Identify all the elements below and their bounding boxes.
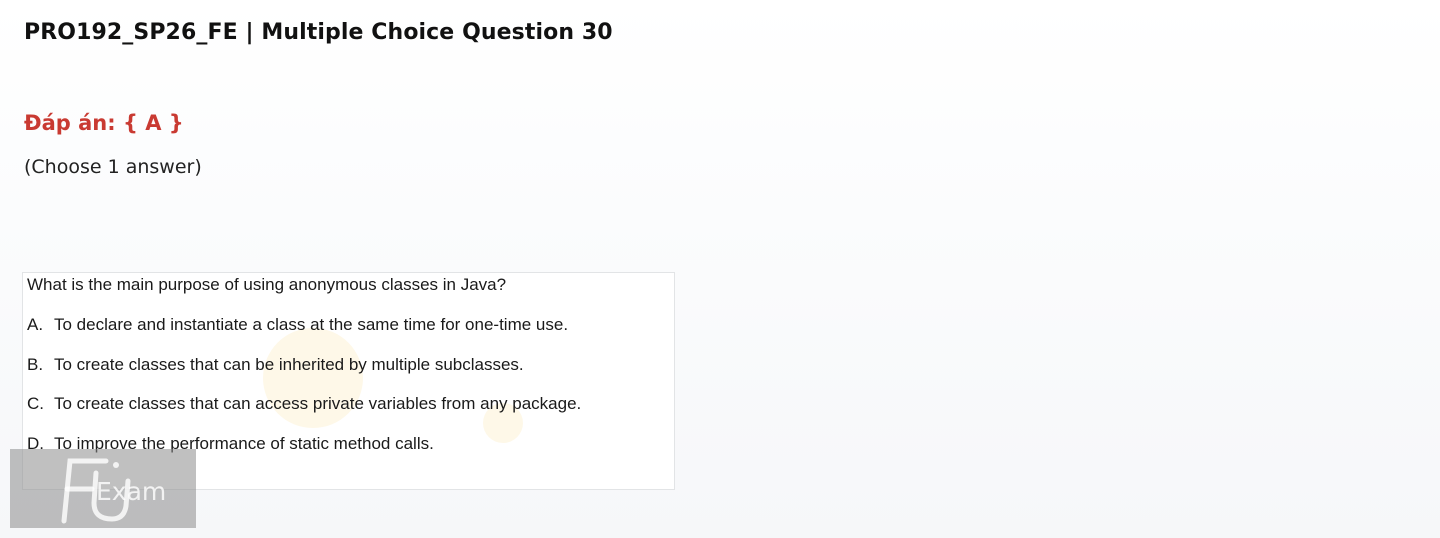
- fu-exam-logo: Exam: [10, 449, 196, 528]
- option-b[interactable]: B. To create classes that can be inherite…: [27, 355, 581, 395]
- option-text: To create classes that can access privat…: [54, 394, 582, 413]
- option-c[interactable]: C. To create classes that can access priv…: [27, 394, 581, 434]
- option-text: To declare and instantiate a class at th…: [54, 315, 569, 334]
- option-letter: B.: [27, 354, 44, 374]
- option-letter: C.: [27, 394, 44, 413]
- answer-instruction: (Choose 1 answer): [24, 156, 202, 178]
- option-letter: A.: [27, 315, 44, 334]
- option-text: To create classes that can be inherited …: [54, 354, 524, 374]
- answer-key: Đáp án: { A }: [24, 111, 184, 135]
- question-text: What is the main purpose of using anonym…: [27, 275, 507, 294]
- page-title: PRO192_SP26_FE | Multiple Choice Questio…: [24, 20, 613, 45]
- logo-text: Exam: [96, 477, 167, 506]
- option-a[interactable]: A. To declare and instantiate a class at …: [27, 315, 581, 355]
